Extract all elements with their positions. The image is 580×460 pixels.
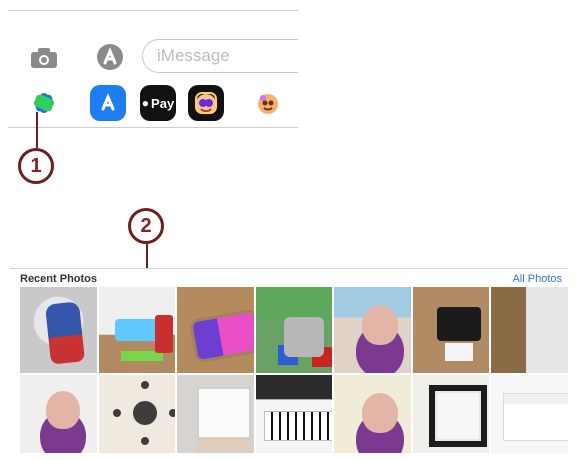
- apple-pay-app-button[interactable]: ● Pay: [140, 85, 176, 121]
- app-store-button[interactable]: [90, 41, 130, 73]
- camera-button[interactable]: [22, 43, 66, 73]
- app-store-app-button[interactable]: [90, 85, 126, 121]
- photo-toy-box: [192, 311, 254, 361]
- photo-piano-keys: [263, 411, 333, 441]
- memoji-stickers-icon: [258, 94, 278, 114]
- photo-thumbnail[interactable]: [412, 287, 490, 373]
- memoji-icon: [195, 92, 217, 114]
- recent-photos-header: Recent Photos All Photos: [10, 269, 568, 287]
- photo-thumbnail[interactable]: [491, 287, 568, 373]
- callout-2: 2: [128, 208, 164, 244]
- recent-photos-panel: Recent Photos All Photos: [10, 268, 568, 453]
- recent-photos-grid: [20, 287, 568, 453]
- photo-ceiling-fan: [132, 401, 157, 425]
- photo-thumbnail[interactable]: [98, 375, 176, 453]
- imessage-input[interactable]: [142, 39, 298, 73]
- page: ● Pay: [0, 0, 580, 460]
- photo-thumbnail[interactable]: [334, 375, 411, 453]
- photo-face: [46, 391, 80, 429]
- photo-router-device: [436, 307, 481, 341]
- apple-pay-label: Pay: [151, 95, 175, 111]
- photo-thumbnail[interactable]: [255, 287, 333, 373]
- photo-thumbnail[interactable]: [177, 287, 254, 373]
- all-photos-link[interactable]: All Photos: [512, 273, 562, 285]
- recent-photos-title: Recent Photos: [20, 273, 98, 285]
- photo-thumbnail[interactable]: [412, 375, 490, 453]
- memoji-app-button[interactable]: [188, 85, 224, 121]
- app-store-glyph-icon: [101, 93, 115, 111]
- photo-playroom-chair: [154, 315, 173, 353]
- callout-1-number: 1: [30, 154, 42, 177]
- photo-framed-art: [428, 385, 487, 447]
- photo-thumbnail[interactable]: [177, 375, 254, 453]
- photo-thumbnail[interactable]: [20, 287, 97, 373]
- message-input-row: [8, 37, 298, 77]
- camera-icon: [31, 48, 57, 68]
- app-store-icon: [97, 44, 123, 70]
- photo-thumbnail[interactable]: [20, 375, 97, 453]
- photo-thumbnail[interactable]: [334, 287, 411, 373]
- photo-superman-cape: [44, 301, 86, 365]
- photo-thumbnail[interactable]: [255, 375, 333, 453]
- photo-screenshot-preview: [503, 393, 568, 441]
- app-drawer: ● Pay: [8, 83, 298, 123]
- photo-poster: [197, 387, 252, 453]
- photo-thumbnail[interactable]: [98, 287, 176, 373]
- callout-1: 1: [18, 148, 54, 184]
- memoji-stickers-app-button[interactable]: [250, 85, 286, 121]
- photo-face: [362, 393, 399, 433]
- callout-2-number: 2: [140, 214, 152, 237]
- messages-compose-panel: ● Pay: [8, 10, 298, 128]
- photos-app-button[interactable]: [26, 85, 62, 121]
- callout-1-leader: [36, 112, 38, 148]
- photos-icon: [34, 93, 54, 113]
- apple-logo-icon: ●: [141, 96, 150, 110]
- photo-thumbnail[interactable]: [491, 375, 568, 453]
- photo-face: [362, 305, 399, 345]
- photo-robot-toy: [283, 317, 324, 357]
